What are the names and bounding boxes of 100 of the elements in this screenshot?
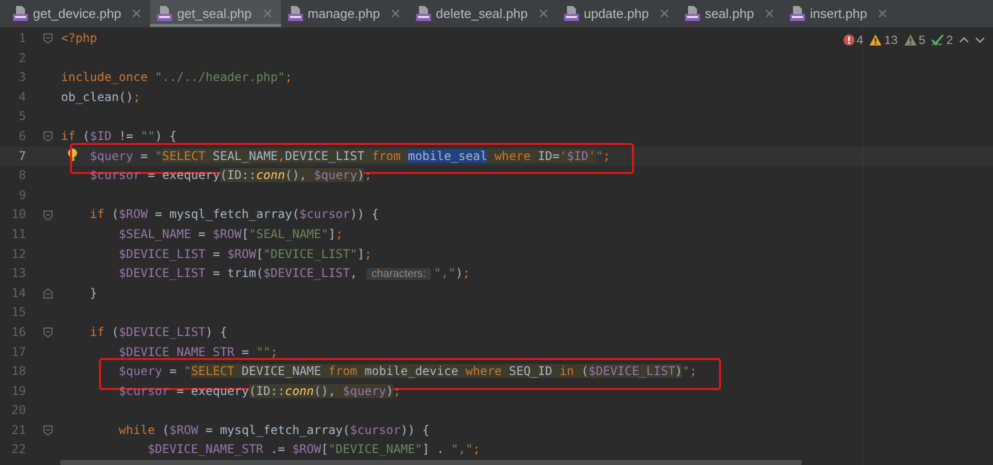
line-number: 18 xyxy=(10,363,26,380)
code-token: conn xyxy=(284,384,314,398)
code-token: "../../header.php" xyxy=(154,70,285,84)
line-number: 15 xyxy=(10,304,26,322)
inspection-count[interactable]: 4 xyxy=(842,33,864,47)
php-file-icon xyxy=(156,6,172,21)
close-icon[interactable] xyxy=(764,9,774,18)
close-icon[interactable] xyxy=(262,9,272,18)
fold-icon[interactable] xyxy=(42,210,52,221)
code-token: ) xyxy=(675,364,682,378)
close-icon[interactable] xyxy=(132,9,142,18)
code-token: [ xyxy=(242,226,249,241)
code-token: , xyxy=(350,266,358,280)
code-token: SELECT xyxy=(191,364,234,378)
code-token: (ID:: xyxy=(220,168,256,182)
line-number: 8 xyxy=(18,167,26,184)
code-token: <?php xyxy=(61,31,98,45)
code-token: $ID xyxy=(90,128,112,143)
fold-icon[interactable] xyxy=(42,327,52,338)
code-token: mobile_seal xyxy=(408,148,488,163)
code-token: DEVICE_LIST xyxy=(285,148,372,163)
code-token: ( xyxy=(82,128,90,143)
inspection-count[interactable]: 13 xyxy=(869,33,898,47)
line-number: 22 xyxy=(10,441,26,458)
file-tab[interactable]: get_seal.php xyxy=(150,0,281,27)
code-token: DEVICE_NAME xyxy=(234,364,328,378)
inspection-count[interactable]: 5 xyxy=(904,33,926,47)
code-token: ( xyxy=(574,364,588,378)
code-token: "SEAL_NAME" xyxy=(248,226,328,241)
php-file-icon xyxy=(788,6,805,21)
code-token: != xyxy=(118,128,134,143)
inspection-count[interactable]: 2 xyxy=(931,33,953,47)
line-number: 10 xyxy=(10,206,26,224)
line-number: 4 xyxy=(18,88,26,106)
code-token: ; xyxy=(602,148,610,163)
code-token: $query xyxy=(118,364,162,378)
code-token: SEAL_NAME xyxy=(206,148,278,163)
file-tab[interactable]: seal.php xyxy=(678,0,783,27)
code-token: ; xyxy=(364,168,372,182)
fold-icon[interactable] xyxy=(42,131,52,142)
code-token: $query xyxy=(342,384,386,398)
typo-icon xyxy=(931,34,944,46)
close-icon[interactable] xyxy=(878,9,888,18)
code-token: $ROW xyxy=(212,226,242,241)
code-token: ; xyxy=(462,266,470,280)
code-token: ID= xyxy=(530,148,560,163)
code-token: $query xyxy=(314,168,358,182)
file-tab[interactable]: update.php xyxy=(556,0,678,27)
code-token: ) { xyxy=(154,128,177,143)
code-token: $SEAL_NAME xyxy=(118,226,192,241)
code-token: ( xyxy=(161,422,170,437)
code-token: )) { xyxy=(350,207,379,222)
php-file-icon xyxy=(414,6,431,21)
code-token: } xyxy=(90,286,98,300)
close-icon[interactable] xyxy=(390,9,400,18)
file-tab[interactable]: delete_seal.php xyxy=(408,0,557,27)
code-token: "," xyxy=(451,442,473,456)
code-token: (), xyxy=(284,168,314,182)
line-number: 9 xyxy=(18,186,26,204)
code-token: = xyxy=(168,364,178,378)
code-token: ] xyxy=(357,246,364,261)
code-token: SEQ_ID xyxy=(502,364,560,378)
code-token: "DEVICE_LIST" xyxy=(263,246,358,261)
code-token: while xyxy=(118,422,155,437)
error-icon xyxy=(842,34,855,46)
lightbulb-icon[interactable] xyxy=(67,148,78,162)
file-tab[interactable]: manage.php xyxy=(280,0,409,27)
code-token: [ xyxy=(321,442,328,456)
php-file-icon xyxy=(286,6,303,21)
code-token: ) xyxy=(456,266,463,280)
line-number: 21 xyxy=(10,422,26,439)
code-token: " xyxy=(154,148,162,163)
warning-icon xyxy=(904,34,917,46)
horizontal-scrollbar[interactable] xyxy=(60,460,802,465)
code-token: = mysql_fetch_array( xyxy=(154,207,300,222)
code-token: "" xyxy=(256,344,271,358)
code-token: ( xyxy=(110,324,119,339)
code-token: $DEVICE_NAME_STR xyxy=(148,442,264,456)
close-icon[interactable] xyxy=(538,9,548,18)
code-token: = trim( xyxy=(212,266,264,280)
line-number: 17 xyxy=(10,344,26,360)
parameter-hint: characters: xyxy=(366,268,431,280)
code-token: if xyxy=(61,128,76,143)
fold-icon[interactable] xyxy=(42,33,52,44)
code-token: (), xyxy=(314,384,343,398)
code-token: mobile_device xyxy=(357,364,466,378)
file-tab[interactable]: get_device.php xyxy=(6,0,150,27)
code-token: $DEVICE_LIST xyxy=(118,324,206,339)
code-token: $cursor xyxy=(299,207,350,222)
fold-icon[interactable] xyxy=(42,425,52,436)
code-token: ) xyxy=(386,384,394,398)
code-token: where xyxy=(487,148,531,163)
warning-icon xyxy=(869,34,882,46)
fold-icon[interactable] xyxy=(42,288,52,300)
code-token: " xyxy=(184,364,192,378)
file-tab[interactable]: insert.php xyxy=(782,0,896,27)
close-icon[interactable] xyxy=(660,9,669,18)
code-token: = xyxy=(197,226,206,241)
code-token: ; xyxy=(690,364,697,378)
code-token: ; xyxy=(472,442,480,456)
